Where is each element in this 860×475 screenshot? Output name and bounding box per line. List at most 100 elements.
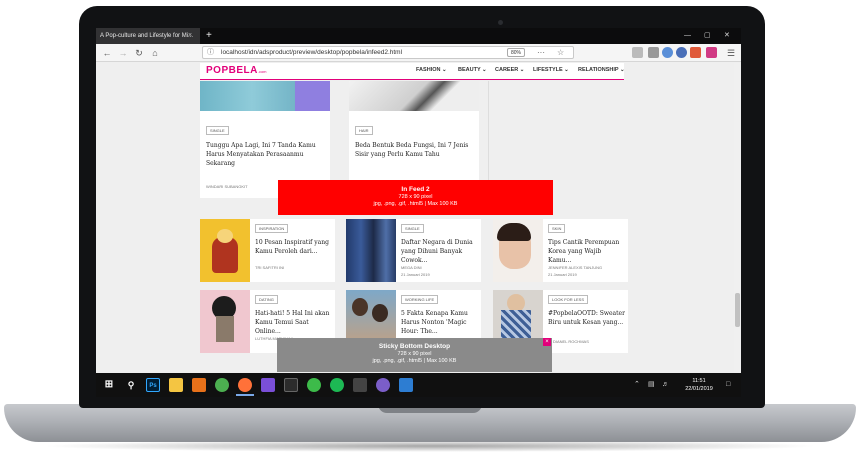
active-app-indicator (236, 394, 254, 396)
article-tag[interactable]: SINGLE (206, 126, 229, 135)
search-icon[interactable]: ⚲ (124, 378, 138, 392)
app-icon[interactable] (376, 378, 390, 392)
network-icon[interactable]: ▤ (648, 380, 655, 390)
xampp-icon[interactable] (192, 378, 206, 392)
article-title[interactable]: Tips Cantik Perempuan Korea yang Wajib K… (548, 238, 626, 265)
notification-icon[interactable]: □ (726, 380, 730, 390)
tab-close-icon[interactable]: × (188, 28, 192, 44)
url-text: localhost/idn/adsproduct/preview/desktop… (221, 49, 403, 56)
chrome-icon[interactable] (215, 378, 229, 392)
article-title[interactable]: Hati-hati! 5 Hal Ini akan Kamu Temui Saa… (255, 309, 333, 336)
menu-item-career[interactable]: CAREER ⌄ (495, 67, 524, 73)
site-logo[interactable]: POPBELA.com (206, 65, 267, 76)
reload-icon[interactable]: ↻ (132, 46, 146, 60)
article-title[interactable]: Beda Bentuk Beda Fungsi, Ini 7 Jenis Sis… (355, 141, 477, 159)
article-tag[interactable]: WORKING LIFE (401, 295, 439, 304)
article-tag[interactable]: SKIN (548, 224, 566, 233)
browser-tab-title: A Pop-culture and Lifestyle for Mi... (100, 33, 194, 39)
taskbar-clock[interactable]: 11:51 22/01/2019 (684, 377, 714, 393)
article-author: WINDARI SUBANGKIT (206, 184, 248, 189)
article-date: 21 Januari 2019 (548, 272, 577, 277)
article-title[interactable]: 10 Pesan Inspiratif yang Kamu Peroleh da… (255, 238, 333, 256)
windows-taskbar: ⊞ ⚲ Ps ⌃ ▤ ♬ 11:51 22/01/2019 □ (96, 373, 741, 397)
new-tab-button[interactable]: + (206, 28, 212, 43)
article-title[interactable]: Daftar Negara di Dunia yang Dihuni Banya… (401, 238, 479, 265)
page-actions-icon[interactable]: ··· (537, 47, 545, 58)
ad-sticky-bottom-banner[interactable]: × Sticky Bottom Desktop 728 x 90 pixel j… (277, 338, 552, 372)
zoom-level-badge[interactable]: 80% (507, 48, 525, 57)
article-author: TRI SAFITRI INI (255, 265, 285, 270)
menu-item-fashion[interactable]: FASHION ⌄ (416, 67, 447, 73)
volume-icon[interactable]: ♬ (662, 380, 669, 390)
clock-date: 22/01/2019 (685, 386, 713, 392)
app-icon[interactable] (353, 378, 367, 392)
article-image[interactable] (493, 219, 543, 282)
photoshop-icon[interactable]: Ps (146, 378, 160, 392)
article-tag[interactable]: LOOK FOR LESS (548, 295, 589, 304)
article-title[interactable]: 5 Fakta Kenapa Kamu Harus Nonton 'Magic … (401, 309, 479, 336)
menu-icon[interactable]: ☰ (724, 46, 738, 60)
article-card[interactable]: SKIN Tips Cantik Perempuan Korea yang Wa… (493, 219, 628, 282)
extension-icon[interactable] (676, 47, 687, 58)
article-author: MEGA DINI (401, 265, 422, 270)
forward-arrow-icon[interactable]: → (116, 46, 130, 60)
menu-item-lifestyle[interactable]: LIFESTYLE ⌄ (533, 67, 569, 73)
ad-formats: jpg, .png, .gif, .html5 | Max 100 KB (372, 358, 457, 364)
app-icon[interactable] (284, 378, 298, 392)
article-image[interactable] (200, 219, 250, 282)
article-image[interactable] (349, 81, 479, 111)
app-icon[interactable] (399, 378, 413, 392)
window-close-button[interactable]: ✕ (724, 28, 730, 44)
window-maximize-button[interactable]: ▢ (704, 28, 711, 44)
article-tag[interactable]: DATING (255, 295, 278, 304)
close-icon[interactable]: × (543, 338, 551, 346)
extension-icon[interactable] (706, 47, 717, 58)
firefox-icon[interactable] (238, 378, 252, 392)
download-icon[interactable] (632, 47, 643, 58)
app-icon[interactable] (261, 378, 275, 392)
article-card[interactable]: INSPIRATION 10 Pesan Inspiratif yang Kam… (200, 219, 335, 282)
laptop-camera (498, 20, 503, 25)
article-title[interactable]: #PopbelaOOTD: Sweater Biru untuk Kesan y… (548, 309, 626, 327)
article-author: JENNIFER ALEXIS TANJUNG (548, 265, 603, 270)
library-icon[interactable] (648, 47, 659, 58)
article-image[interactable] (200, 81, 330, 111)
article-tag[interactable]: HAIR (355, 126, 373, 135)
browser-tab[interactable]: A Pop-culture and Lifestyle for Mi... × (96, 28, 200, 44)
home-icon[interactable]: ⌂ (148, 46, 162, 60)
ad-infeed-banner[interactable]: In Feed 2 728 x 90 pixel jpg, .png, .gif… (278, 180, 553, 215)
menu-item-beauty[interactable]: BEAUTY ⌄ (458, 67, 487, 73)
back-arrow-icon[interactable]: ← (100, 46, 114, 60)
article-image[interactable] (200, 290, 250, 353)
laptop-screen: A Pop-culture and Lifestyle for Mi... × … (96, 28, 741, 397)
info-icon[interactable]: ⓘ (207, 47, 214, 59)
browser-nav-bar: ← → ↻ ⌂ ⓘ localhost/idn/adsproduct/previ… (96, 44, 741, 62)
windows-start-icon[interactable]: ⊞ (102, 378, 116, 392)
address-bar[interactable]: ⓘ localhost/idn/adsproduct/preview/deskt… (202, 46, 574, 59)
article-tag[interactable]: INSPIRATION (255, 224, 289, 233)
article-tag[interactable]: SINGLE (401, 224, 424, 233)
window-minimize-button[interactable]: — (684, 28, 691, 44)
browser-tab-bar: A Pop-culture and Lifestyle for Mi... × … (96, 28, 741, 44)
page-scrollbar[interactable] (734, 63, 741, 373)
bookmark-star-icon[interactable]: ☆ (557, 47, 564, 58)
spotify-icon[interactable] (330, 378, 344, 392)
ad-formats: jpg, .png, .gif, .html5 | Max 100 KB (373, 201, 458, 207)
app-icon[interactable] (307, 378, 321, 392)
article-date: 21 Januari 2019 (401, 272, 430, 277)
site-header: POPBELA.com FASHION ⌄ BEAUTY ⌄ CAREER ⌄ … (200, 63, 625, 80)
scrollbar-thumb[interactable] (735, 293, 740, 327)
extension-icon[interactable] (690, 47, 701, 58)
extension-icon[interactable] (662, 47, 673, 58)
tray-arrow-icon[interactable]: ⌃ (634, 380, 640, 390)
ad-title: In Feed 2 (401, 186, 430, 193)
article-image[interactable] (346, 219, 396, 282)
article-title[interactable]: Tunggu Apa Lagi, Ini 7 Tanda Kamu Harus … (206, 141, 328, 168)
menu-item-relationship[interactable]: RELATIONSHIP ⌄ (578, 67, 625, 73)
article-author: DIANEL ROCHMAS (553, 339, 589, 344)
clock-time: 11:51 (692, 378, 706, 384)
ad-size: 728 x 90 pixel (397, 351, 432, 357)
ad-size: 728 x 90 pixel (398, 194, 433, 200)
article-card[interactable]: SINGLE Daftar Negara di Dunia yang Dihun… (346, 219, 481, 282)
file-explorer-icon[interactable] (169, 378, 183, 392)
